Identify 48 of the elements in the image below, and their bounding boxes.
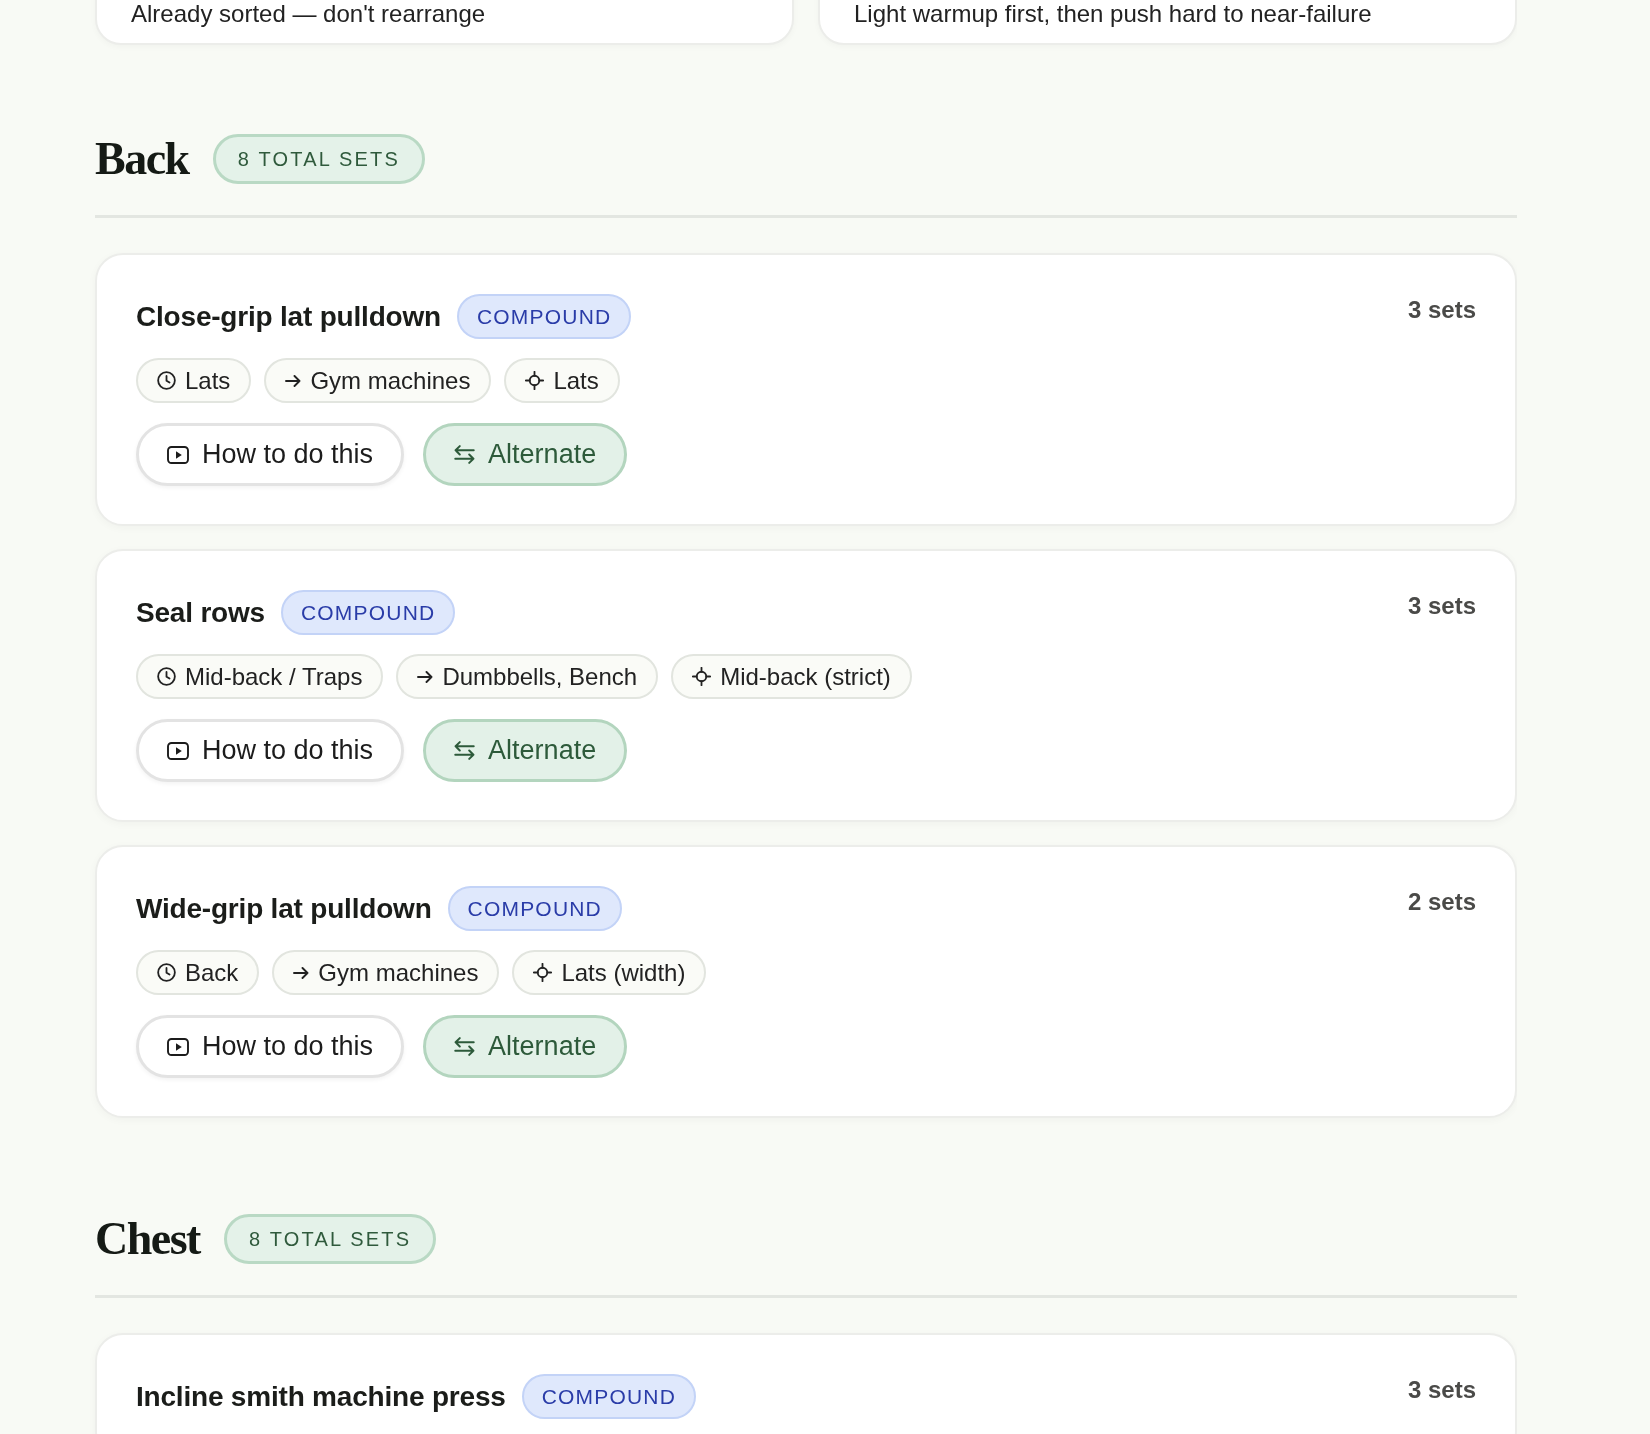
crosshair-icon <box>692 667 712 686</box>
tag-chip: Lats <box>136 358 252 403</box>
swap-icon <box>454 445 476 464</box>
tag-chip: Gym machines <box>272 950 500 995</box>
how-to-button[interactable]: How to do this <box>136 719 405 782</box>
type-badge: COMPOUND <box>447 886 622 931</box>
arrow-right-icon <box>417 670 434 683</box>
clock-icon <box>157 667 176 686</box>
type-badge: COMPOUND <box>456 294 632 339</box>
tag-chip: Gym machines <box>264 358 492 403</box>
sets-count: 3 sets <box>1407 295 1476 325</box>
clock-icon <box>157 963 176 982</box>
arrow-right-icon <box>293 966 310 979</box>
exercise-title: Seal rows <box>136 595 265 630</box>
tag-chip: Lats (width) <box>512 950 707 995</box>
play-icon <box>167 741 189 760</box>
tag-chip: Lats <box>504 358 620 403</box>
sets-count: 2 sets <box>1407 887 1476 917</box>
crosshair-icon <box>525 371 545 390</box>
note-text: Already sorted — don't rearrange <box>131 0 487 28</box>
exercise-title: Incline smith machine press <box>136 1379 506 1414</box>
tag-chip: Back <box>136 950 260 995</box>
play-icon <box>167 445 189 464</box>
tag-chip: Mid-back / Traps <box>136 654 384 699</box>
section-heading: Chest <box>95 1216 200 1262</box>
how-to-button[interactable]: How to do this <box>136 423 405 486</box>
swap-icon <box>454 741 476 760</box>
exercise-title: Close-grip lat pulldown <box>136 299 441 334</box>
total-sets-badge: 8 TOTAL SETS <box>212 134 426 184</box>
clock-icon <box>157 371 176 390</box>
tag-chip: Dumbbells, Bench <box>396 654 659 699</box>
type-badge: COMPOUND <box>521 1374 697 1419</box>
tag-chip: Mid-back (strict) <box>671 654 912 699</box>
swap-icon <box>454 1037 476 1056</box>
arrow-right-icon <box>285 374 302 387</box>
note-text: Light warmup first, then push hard to near-failure <box>854 0 1373 28</box>
total-sets-badge: 8 TOTAL SETS <box>223 1214 437 1264</box>
sets-count: 3 sets <box>1407 591 1476 621</box>
play-icon <box>167 1037 189 1056</box>
type-badge: COMPOUND <box>280 590 456 635</box>
how-to-button[interactable]: How to do this <box>136 1015 405 1078</box>
exercise-title: Wide-grip lat pulldown <box>136 891 432 926</box>
alternate-button[interactable]: Alternate <box>423 1015 628 1078</box>
alternate-button[interactable]: Alternate <box>423 719 628 782</box>
alternate-button[interactable]: Alternate <box>423 423 628 486</box>
crosshair-icon <box>533 963 553 982</box>
sets-count: 3 sets <box>1407 1375 1476 1405</box>
section-heading: Back <box>95 136 189 182</box>
